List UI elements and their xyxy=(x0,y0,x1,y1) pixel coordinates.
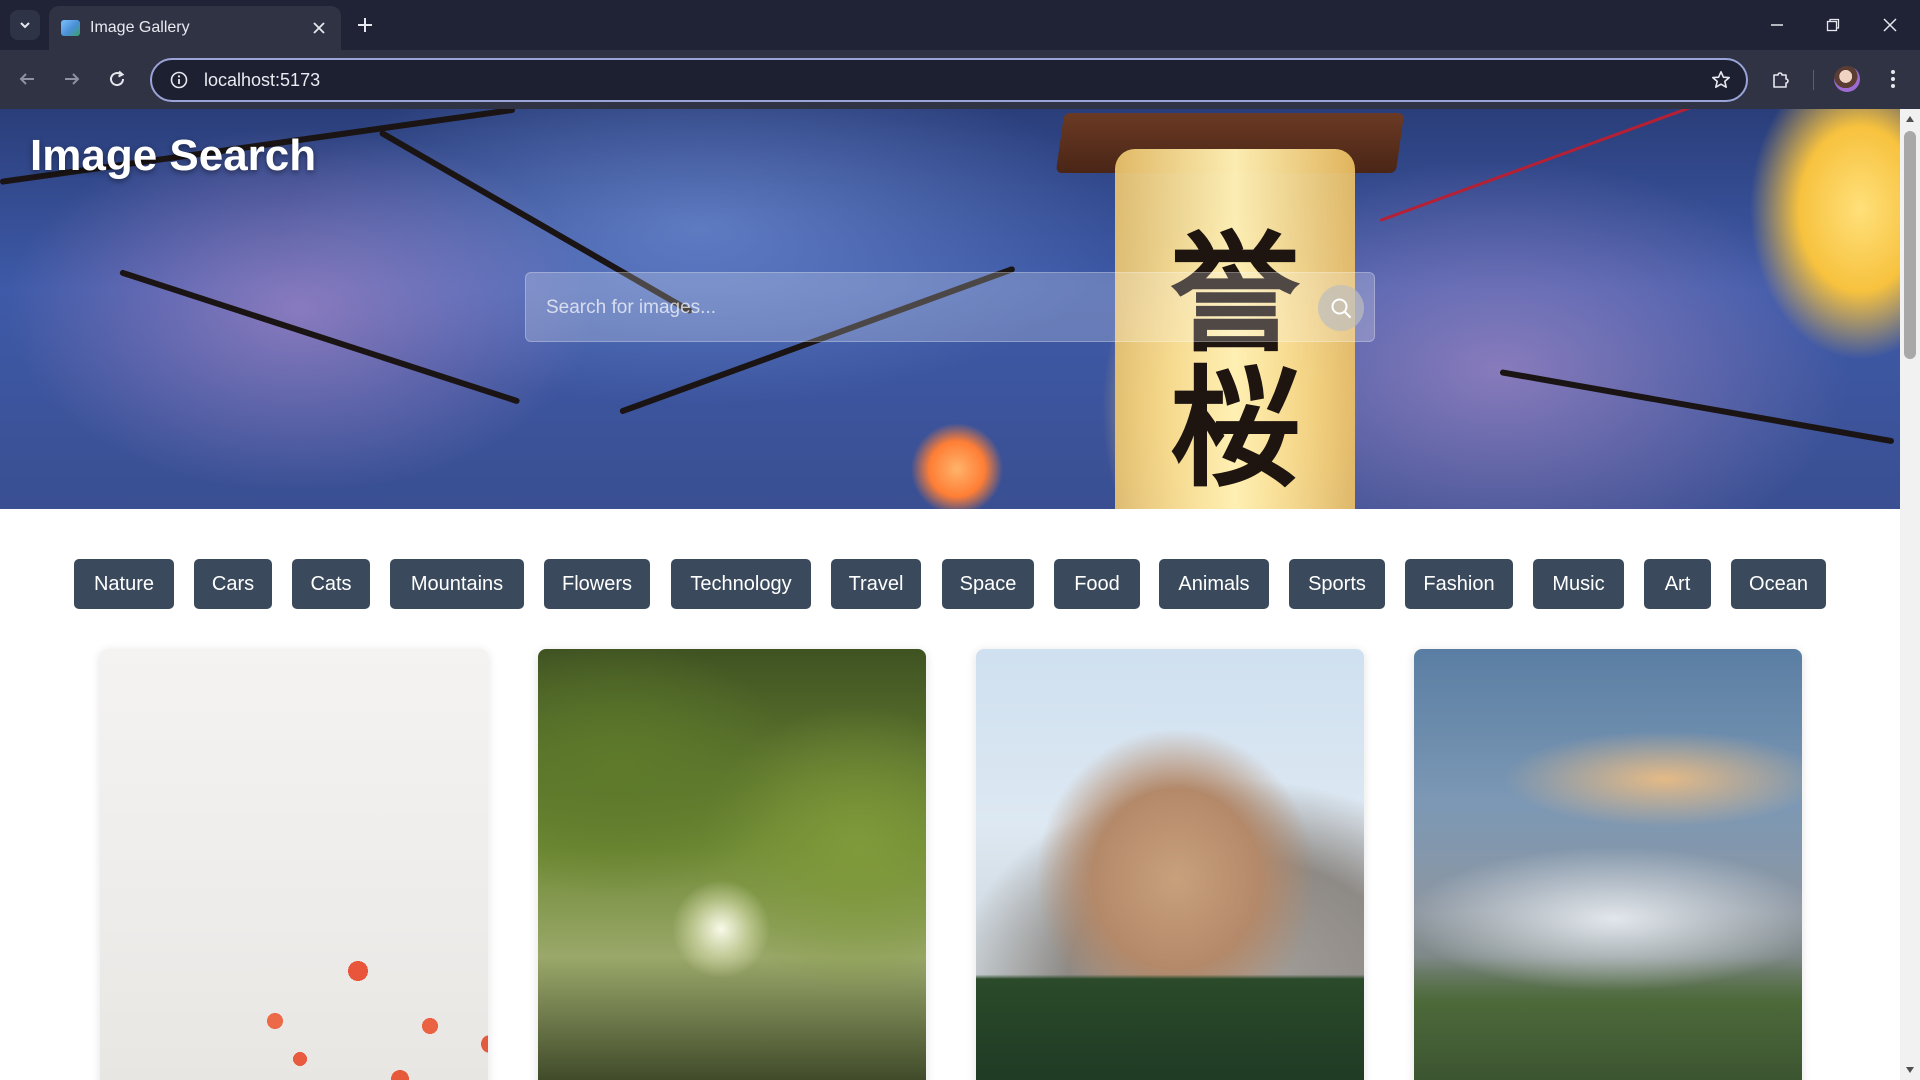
image-card-cloudy-valley[interactable] xyxy=(1414,649,1802,1080)
hero-banner: 誉 桜 Image Search xyxy=(0,109,1900,509)
search-button[interactable] xyxy=(1318,285,1364,331)
category-chip-music[interactable]: Music xyxy=(1533,559,1624,609)
page-scrollbar[interactable] xyxy=(1900,109,1920,1080)
restore-icon xyxy=(1826,18,1840,32)
forward-button[interactable] xyxy=(55,62,89,96)
category-chip-mountains[interactable]: Mountains xyxy=(390,559,524,609)
image-favicon-icon xyxy=(61,20,80,36)
restore-button[interactable] xyxy=(1813,10,1853,40)
bookmark-button[interactable] xyxy=(1708,67,1734,93)
category-chip-space[interactable]: Space xyxy=(942,559,1034,609)
category-chip-flowers[interactable]: Flowers xyxy=(544,559,650,609)
category-chip-art[interactable]: Art xyxy=(1644,559,1711,609)
star-icon xyxy=(1712,71,1730,88)
image-card-mountain-peak[interactable] xyxy=(976,649,1364,1080)
avatar xyxy=(1834,66,1860,92)
search-bar xyxy=(525,272,1375,343)
arrow-right-icon xyxy=(65,73,80,85)
triangle-down-icon xyxy=(1906,1067,1914,1073)
scroll-down-button[interactable] xyxy=(1900,1062,1920,1078)
branch-shape xyxy=(1499,369,1895,445)
category-chip-cars[interactable]: Cars xyxy=(194,559,272,609)
profile-button[interactable] xyxy=(1830,62,1864,96)
tab-close-button[interactable] xyxy=(309,18,329,38)
branch-shape xyxy=(119,269,521,405)
back-button[interactable] xyxy=(10,62,44,96)
category-list: Nature Cars Cats Mountains Flowers Techn… xyxy=(0,559,1900,609)
puzzle-icon xyxy=(1773,72,1789,88)
kebab-menu-icon xyxy=(1891,70,1895,88)
search-icon xyxy=(1331,298,1352,319)
close-icon xyxy=(313,22,325,34)
new-tab-button[interactable] xyxy=(352,12,378,38)
triangle-up-icon xyxy=(1906,116,1914,122)
scrollbar-thumb[interactable] xyxy=(1904,131,1916,359)
reload-icon xyxy=(110,70,125,87)
page-title: Image Search xyxy=(30,131,317,180)
reload-button[interactable] xyxy=(100,62,134,96)
category-chip-animals[interactable]: Animals xyxy=(1159,559,1269,609)
toolbar-divider xyxy=(1813,70,1814,90)
minimize-icon xyxy=(1771,24,1783,26)
site-info-button[interactable] xyxy=(162,63,196,97)
browser-tab-strip: Image Gallery xyxy=(0,0,1920,50)
browser-menu-button[interactable] xyxy=(1876,62,1910,96)
minimize-button[interactable] xyxy=(1757,10,1797,40)
arrow-left-icon xyxy=(19,73,34,85)
close-icon xyxy=(1883,18,1897,32)
scroll-up-button[interactable] xyxy=(1900,111,1920,127)
address-bar[interactable]: localhost:5173 xyxy=(150,58,1748,102)
browser-tab-active[interactable]: Image Gallery xyxy=(49,6,341,50)
plus-icon xyxy=(358,18,372,32)
close-window-button[interactable] xyxy=(1870,10,1910,40)
tab-title: Image Gallery xyxy=(90,19,190,36)
page-viewport: 誉 桜 Image Search Nature Cars Cats Mounta… xyxy=(0,109,1900,1080)
chevron-down-icon xyxy=(20,22,30,29)
image-card-tree[interactable] xyxy=(538,649,926,1080)
category-chip-nature[interactable]: Nature xyxy=(74,559,174,609)
search-input[interactable] xyxy=(526,273,1306,343)
category-chip-ocean[interactable]: Ocean xyxy=(1731,559,1826,609)
category-chip-cats[interactable]: Cats xyxy=(292,559,370,609)
info-icon xyxy=(170,71,188,89)
category-chip-technology[interactable]: Technology xyxy=(671,559,811,609)
url-text: localhost:5173 xyxy=(204,69,321,90)
lantern-glyph-bottom: 桜 xyxy=(1169,352,1300,505)
extensions-button[interactable] xyxy=(1764,62,1798,96)
string-shape xyxy=(1379,109,1776,222)
category-chip-sports[interactable]: Sports xyxy=(1289,559,1385,609)
category-chip-travel[interactable]: Travel xyxy=(831,559,921,609)
category-chip-food[interactable]: Food xyxy=(1054,559,1140,609)
category-chip-fashion[interactable]: Fashion xyxy=(1405,559,1513,609)
image-card-poppies[interactable] xyxy=(100,649,488,1080)
tab-search-button[interactable] xyxy=(10,10,40,40)
